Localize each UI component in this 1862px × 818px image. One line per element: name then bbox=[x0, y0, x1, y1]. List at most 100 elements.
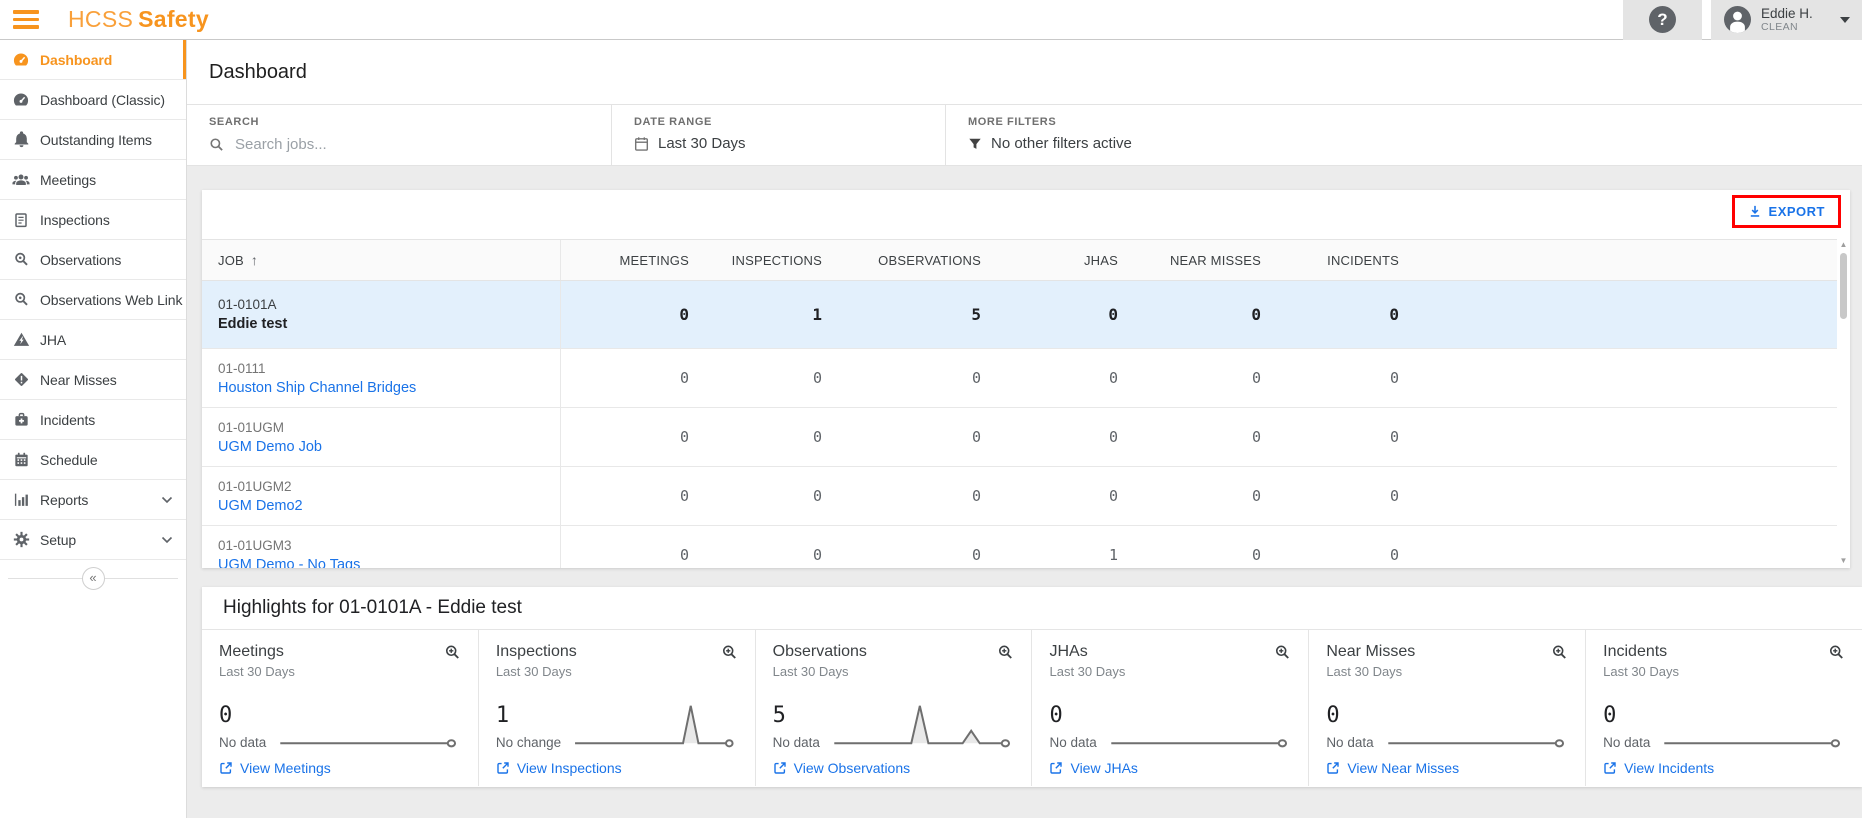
jobs-table-card: EXPORT JOB ↑ MEETINGS INSPECTIONS OBSERV… bbox=[202, 190, 1850, 568]
help-icon: ? bbox=[1649, 6, 1676, 33]
table-scrollbar[interactable]: ▲ ▼ bbox=[1837, 238, 1850, 568]
job-name-link[interactable]: Houston Ship Channel Bridges bbox=[218, 380, 560, 396]
sidebar-item-label: Reports bbox=[40, 491, 89, 508]
sidebar-item-label: Setup bbox=[40, 531, 77, 548]
sidebar-item-label: Observations Web Link bbox=[40, 291, 183, 308]
sidebar-collapse-button[interactable]: « bbox=[81, 566, 105, 590]
highlight-status: No data bbox=[1049, 735, 1097, 750]
scroll-up-icon[interactable]: ▲ bbox=[1840, 240, 1848, 250]
table-header-row: JOB ↑ MEETINGS INSPECTIONS OBSERVATIONS … bbox=[202, 239, 1850, 281]
sidebar-item-label: Observations bbox=[40, 251, 122, 268]
scroll-down-icon[interactable]: ▼ bbox=[1840, 556, 1848, 566]
table-row[interactable]: 01-0101A Eddie test 0 1 5 0 0 0 bbox=[202, 281, 1850, 349]
sparkline-chart bbox=[1109, 702, 1292, 750]
job-name-link[interactable]: UGM Demo - No Tags bbox=[218, 557, 560, 569]
meetings-count: 0 bbox=[679, 369, 689, 387]
sidebar-item-dashboard-classic[interactable]: Dashboard (Classic) bbox=[0, 80, 186, 120]
highlight-value: 1 bbox=[495, 703, 510, 728]
near-misses-count: 0 bbox=[1251, 305, 1261, 324]
zoom-in-icon[interactable] bbox=[444, 644, 461, 661]
view-observations-link[interactable]: View Observations bbox=[773, 760, 1015, 776]
sidebar-item-near-misses[interactable]: Near Misses bbox=[0, 360, 186, 400]
column-header-job[interactable]: JOB ↑ bbox=[202, 240, 561, 280]
user-menu[interactable]: Eddie H. CLEAN bbox=[1711, 0, 1862, 40]
calendar-icon bbox=[12, 451, 30, 469]
zoom-in-icon[interactable] bbox=[1551, 644, 1568, 661]
calendar-icon bbox=[634, 136, 649, 152]
more-filters-control[interactable]: No other filters active bbox=[968, 135, 1862, 152]
observations-count: 0 bbox=[971, 546, 981, 564]
column-header-meetings[interactable]: MEETINGS bbox=[561, 240, 689, 280]
zoom-in-icon[interactable] bbox=[1274, 644, 1291, 661]
zoom-in-icon[interactable] bbox=[1828, 644, 1845, 661]
sidebar-item-meetings[interactable]: Meetings bbox=[0, 160, 186, 200]
clipboard-icon bbox=[12, 211, 30, 229]
sparkline-chart bbox=[573, 702, 738, 750]
gear-icon bbox=[12, 531, 30, 549]
column-header-near-misses[interactable]: NEAR MISSES bbox=[1118, 240, 1261, 280]
sidebar-item-observations[interactable]: Observations bbox=[0, 240, 186, 280]
column-header-observations[interactable]: OBSERVATIONS bbox=[822, 240, 981, 280]
incidents-count: 0 bbox=[1389, 487, 1399, 505]
sidebar-item-dashboard[interactable]: Dashboard bbox=[0, 40, 186, 80]
meetings-count: 0 bbox=[679, 428, 689, 446]
filter-funnel-icon bbox=[968, 137, 982, 151]
table-row[interactable]: 01-01UGM2 UGM Demo2 0 0 0 0 0 0 bbox=[202, 467, 1850, 526]
export-button[interactable]: EXPORT bbox=[1734, 198, 1838, 225]
highlight-title: Inspections bbox=[495, 643, 577, 660]
observations-count: 0 bbox=[971, 428, 981, 446]
search-section: SEARCH bbox=[187, 105, 611, 165]
date-range-control[interactable]: Last 30 Days bbox=[634, 135, 945, 152]
highlight-subtitle: Last 30 Days bbox=[219, 664, 295, 679]
hamburger-menu-icon[interactable] bbox=[13, 10, 39, 29]
view-meetings-link[interactable]: View Meetings bbox=[219, 760, 461, 776]
user-company: CLEAN bbox=[1761, 21, 1799, 34]
bar-chart-icon bbox=[12, 491, 30, 509]
more-filters-section: MORE FILTERS No other filters active bbox=[945, 105, 1862, 165]
highlight-value: 5 bbox=[772, 703, 786, 728]
sidebar-item-label: Meetings bbox=[40, 171, 97, 188]
table-row[interactable]: 01-01UGM3 UGM Demo - No Tags 0 0 0 1 0 0 bbox=[202, 526, 1850, 568]
sidebar-item-reports[interactable]: Reports bbox=[0, 480, 186, 520]
column-header-incidents[interactable]: INCIDENTS bbox=[1261, 240, 1399, 280]
help-button[interactable]: ? bbox=[1623, 0, 1702, 40]
user-meta: Eddie H. CLEAN bbox=[1761, 6, 1813, 34]
date-range-value: Last 30 Days bbox=[658, 135, 746, 152]
user-name: Eddie H. bbox=[1761, 5, 1813, 21]
table-row[interactable]: 01-01UGM UGM Demo Job 0 0 0 0 0 0 bbox=[202, 408, 1850, 467]
magnifier-icon bbox=[12, 291, 30, 309]
view-inspections-link[interactable]: View Inspections bbox=[496, 760, 738, 776]
sidebar-item-schedule[interactable]: Schedule bbox=[0, 440, 186, 480]
sidebar-item-observations-web-link[interactable]: Observations Web Link bbox=[0, 280, 186, 320]
sidebar-item-incidents[interactable]: Incidents bbox=[0, 400, 186, 440]
observations-count: 0 bbox=[971, 487, 981, 505]
sidebar-item-setup[interactable]: Setup bbox=[0, 520, 186, 560]
sidebar-item-label: Outstanding Items bbox=[40, 131, 152, 148]
highlights-card: Highlights for 01-0101A - Eddie test Mee… bbox=[202, 587, 1862, 787]
jhas-count: 0 bbox=[1108, 369, 1118, 387]
view-jhas-link[interactable]: View JHAs bbox=[1049, 760, 1291, 776]
highlight-title: Near Misses bbox=[1326, 643, 1416, 660]
scrollbar-thumb[interactable] bbox=[1840, 253, 1847, 319]
job-name-link[interactable]: UGM Demo2 bbox=[218, 498, 560, 514]
external-link-icon bbox=[1049, 761, 1063, 775]
job-code: 01-01UGM2 bbox=[218, 478, 292, 494]
column-header-inspections[interactable]: INSPECTIONS bbox=[689, 240, 822, 280]
zoom-in-icon[interactable] bbox=[721, 644, 738, 661]
brand-primary: HCSS bbox=[68, 6, 134, 32]
jhas-count: 0 bbox=[1108, 305, 1118, 324]
table-row[interactable]: 01-0111 Houston Ship Channel Bridges 0 0… bbox=[202, 349, 1850, 408]
view-near-misses-link[interactable]: View Near Misses bbox=[1326, 760, 1568, 776]
sidebar-item-jha[interactable]: JHA bbox=[0, 320, 186, 360]
external-link-icon bbox=[219, 761, 233, 775]
job-name-link[interactable]: UGM Demo Job bbox=[218, 439, 560, 455]
column-header-jhas[interactable]: JHAS bbox=[981, 240, 1118, 280]
incidents-count: 0 bbox=[1389, 305, 1399, 324]
view-incidents-link[interactable]: View Incidents bbox=[1603, 760, 1845, 776]
sidebar-item-inspections[interactable]: Inspections bbox=[0, 200, 186, 240]
sidebar-item-outstanding-items[interactable]: Outstanding Items bbox=[0, 120, 186, 160]
zoom-in-icon[interactable] bbox=[997, 644, 1014, 661]
external-link-icon bbox=[1603, 761, 1617, 775]
near-misses-count: 0 bbox=[1251, 546, 1261, 564]
search-input[interactable] bbox=[233, 135, 533, 154]
